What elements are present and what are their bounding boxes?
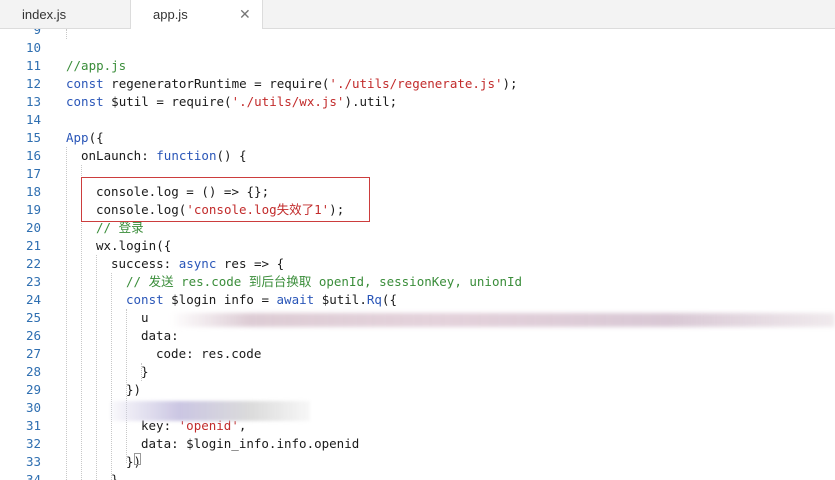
code-text: res => { [216, 256, 285, 271]
code-text: } [141, 364, 149, 379]
code-line-32: data: $login_info.info.openid [141, 435, 359, 453]
code-text: data: [141, 328, 179, 343]
line-number: 12 [25, 76, 41, 91]
code-string: './utils/regenerate.js' [329, 76, 503, 91]
code-text: ({ [381, 292, 397, 307]
code-keyword: App [66, 130, 89, 145]
line-number: 24 [25, 292, 41, 307]
line-number: 10 [25, 40, 41, 55]
code-line-24: const $login info = await $util.Rq({ [126, 291, 397, 309]
line-number: 30 [25, 400, 41, 415]
code-keyword: const [126, 292, 164, 307]
redacted-region [170, 313, 835, 327]
tab-label: index.js [22, 7, 67, 22]
code-text: regeneratorRuntime = require( [103, 76, 330, 91]
code-text: onLaunch: [81, 148, 157, 163]
code-text: success: [111, 256, 179, 271]
code-text: } [111, 472, 119, 480]
code-line-22: success: async res => { [111, 255, 284, 273]
code-keyword: const [66, 94, 104, 109]
code-keyword: Rq [366, 292, 382, 307]
code-line-23: // 发送 res.code 到后台换取 openId, sessionKey,… [126, 273, 522, 291]
line-number: 27 [25, 346, 41, 361]
line-number: 20 [25, 220, 41, 235]
code-text: ({ [88, 130, 104, 145]
code-keyword: await [276, 292, 315, 307]
bracket-match-marker [134, 453, 141, 465]
tab-index-js[interactable]: index.js [0, 0, 131, 29]
code-text: $util. [314, 292, 367, 307]
line-number: 17 [25, 166, 41, 181]
code-keyword: function [156, 148, 217, 163]
line-number: 25 [25, 310, 41, 325]
indent-guide [66, 147, 67, 480]
indent-guide [96, 255, 97, 480]
line-number: 32 [25, 436, 41, 451]
line-number: 15 [25, 130, 41, 145]
code-line-13: const $util = require('./utils/wx.js').u… [66, 93, 397, 111]
code-line-21: wx.login({ [96, 237, 171, 255]
indent-guide [66, 29, 67, 39]
code-text: $util = require( [103, 94, 232, 109]
code-comment: //app.js [66, 58, 127, 73]
line-number: 14 [25, 112, 41, 127]
code-string: './utils/wx.js' [231, 94, 345, 109]
line-number: 18 [25, 184, 41, 199]
code-text: data: $login_info.info.openid [141, 436, 360, 451]
code-text: u [141, 310, 149, 325]
line-number: 26 [25, 328, 41, 343]
line-number: 28 [25, 364, 41, 379]
close-icon[interactable]: ✕ [239, 0, 251, 29]
code-line-29: }) [126, 381, 141, 399]
line-number: 16 [25, 148, 41, 163]
tab-app-js[interactable]: app.js ✕ [131, 0, 263, 30]
indent-guide [111, 273, 112, 480]
line-number: 13 [25, 94, 41, 109]
code-line-25: u [141, 309, 149, 327]
line-number: 31 [25, 418, 41, 433]
code-line-28: } [141, 363, 149, 381]
line-number: 34 [25, 472, 41, 480]
code-line-27: code: res.code [156, 345, 261, 363]
line-number: 22 [25, 256, 41, 271]
code-text: wx.login({ [96, 238, 172, 253]
line-number: 21 [25, 238, 41, 253]
code-line-26: data: [141, 327, 179, 345]
code-line-12: const regeneratorRuntime = require('./ut… [66, 75, 518, 93]
line-number: 9 [33, 29, 41, 37]
code-keyword: async [178, 256, 217, 271]
code-line-16: onLaunch: function() { [81, 147, 247, 165]
code-text: () { [216, 148, 247, 163]
code-line-11: //app.js [66, 57, 126, 75]
code-text: }) [126, 382, 142, 397]
line-number: 29 [25, 382, 41, 397]
code-text: code: res.code [156, 346, 262, 361]
line-number: 11 [25, 58, 41, 73]
code-text: ).util; [344, 94, 398, 109]
code-comment: // 登录 [96, 220, 144, 235]
highlight-box [81, 177, 370, 222]
code-line-34: } [111, 471, 119, 480]
code-text: ); [502, 76, 518, 91]
line-number: 33 [25, 454, 41, 469]
line-number-gutter: 9 10 11 12 13 14 15 16 17 18 19 20 21 22… [0, 29, 56, 480]
code-editor[interactable]: 9 10 11 12 13 14 15 16 17 18 19 20 21 22… [0, 29, 835, 480]
tab-label: app.js [153, 7, 188, 22]
editor-tab-bar: index.js app.js ✕ [0, 0, 835, 30]
code-text: $login info = [163, 292, 277, 307]
code-comment: // 发送 res.code 到后台换取 openId, sessionKey,… [126, 274, 523, 289]
redacted-region [110, 401, 310, 421]
code-keyword: const [66, 76, 104, 91]
line-number: 23 [25, 274, 41, 289]
code-line-15: App({ [66, 129, 104, 147]
line-number: 19 [25, 202, 41, 217]
